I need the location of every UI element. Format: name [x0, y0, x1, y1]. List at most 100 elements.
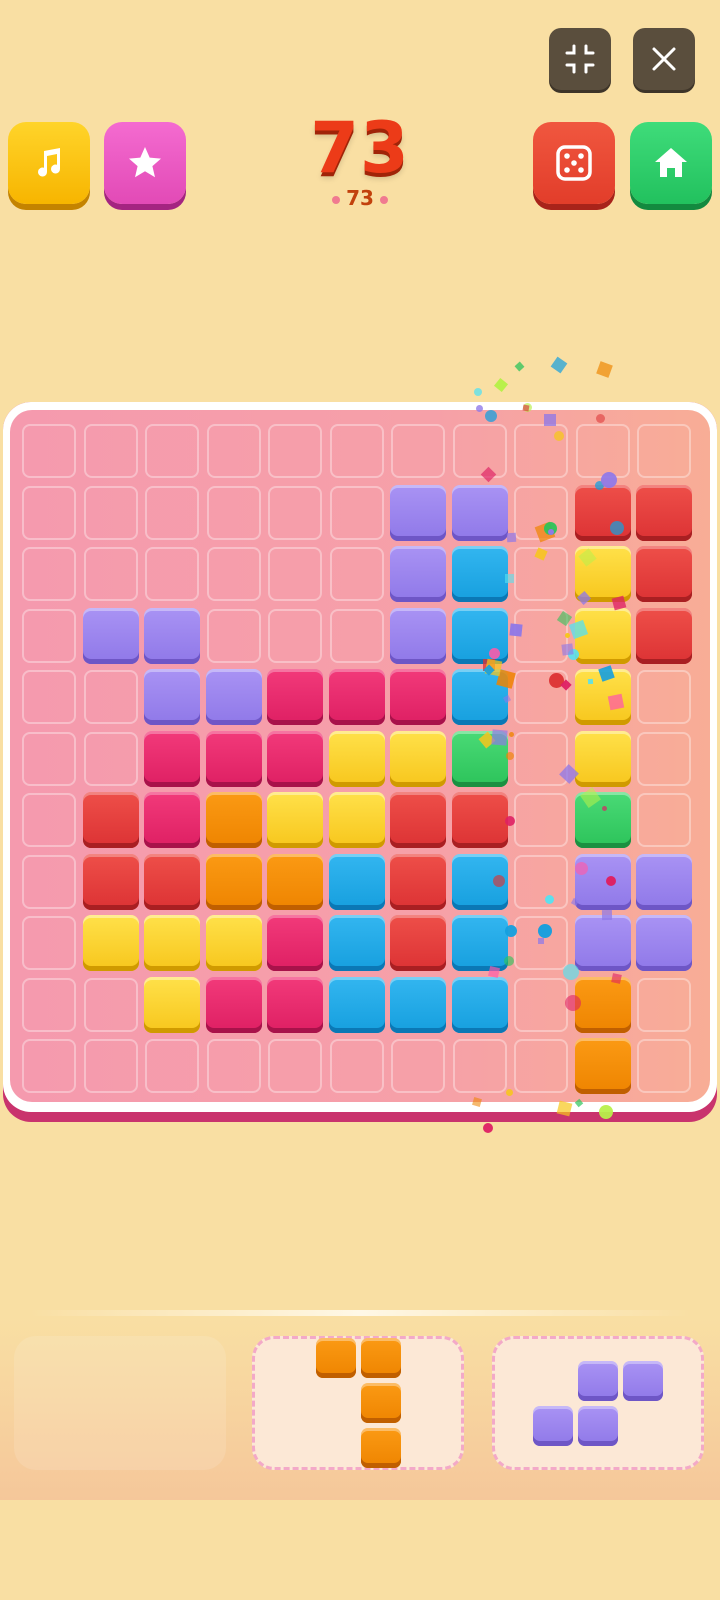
board-cell[interactable] [452, 424, 507, 478]
board-cell[interactable] [83, 731, 138, 786]
board-cell[interactable] [268, 485, 322, 540]
shrink-button[interactable] [549, 28, 611, 90]
block-yellow [574, 607, 631, 664]
board-cell[interactable] [329, 608, 384, 663]
board-cell[interactable] [514, 1039, 568, 1093]
board-cell[interactable] [329, 424, 384, 478]
board-cell[interactable] [22, 793, 76, 847]
block-red [390, 792, 446, 848]
best-score-value: 73 [346, 186, 374, 210]
board-cell[interactable] [206, 608, 261, 663]
block-purple [390, 607, 446, 664]
board-cell[interactable] [514, 608, 568, 663]
board-cell[interactable] [637, 670, 691, 724]
board-cell[interactable] [206, 1039, 261, 1093]
board-cell[interactable] [145, 485, 199, 540]
board-cell[interactable] [514, 977, 568, 1032]
board-cell[interactable] [206, 547, 261, 601]
block-yellow [144, 915, 200, 971]
piece-block-orange[interactable] [360, 1383, 401, 1423]
board-cell[interactable] [514, 916, 568, 970]
board-cell[interactable] [22, 916, 76, 970]
board-cell[interactable] [514, 670, 568, 724]
board-cell[interactable] [637, 1039, 691, 1093]
piece-block-orange[interactable] [360, 1428, 401, 1468]
best-score-left-dot [332, 195, 341, 204]
board-cell[interactable] [83, 424, 138, 478]
piece-slot-3[interactable] [492, 1336, 704, 1470]
board-cell[interactable] [22, 1039, 76, 1093]
board-cell[interactable] [22, 547, 76, 601]
board-cell[interactable] [83, 670, 138, 724]
board-cell[interactable] [514, 793, 568, 847]
board-cell[interactable] [83, 1039, 138, 1093]
board-cell[interactable] [514, 854, 568, 909]
board-cell[interactable] [206, 424, 261, 478]
block-magenta [205, 730, 262, 787]
piece-slot-2[interactable] [252, 1336, 464, 1470]
shrink-icon [563, 42, 597, 76]
confetti-particle [514, 361, 525, 372]
board-cell[interactable] [145, 1039, 199, 1093]
block-yellow [267, 792, 323, 848]
board-cell[interactable] [83, 547, 138, 601]
board-cell[interactable] [514, 424, 568, 478]
block-purple [205, 669, 262, 725]
board-cell[interactable] [391, 424, 445, 478]
block-yellow [144, 976, 200, 1033]
close-icon [647, 42, 681, 76]
board-cell[interactable] [22, 731, 76, 786]
board-cell[interactable] [22, 485, 76, 540]
board-cell[interactable] [329, 1039, 384, 1093]
block-magenta [328, 669, 385, 725]
piece-block-orange[interactable] [360, 1338, 401, 1378]
board-cell[interactable] [268, 1039, 322, 1093]
close-button[interactable] [633, 28, 695, 90]
block-orange [267, 853, 323, 910]
block-purple [390, 484, 446, 541]
board-cell[interactable] [329, 547, 384, 601]
board-cell[interactable] [22, 854, 76, 909]
block-orange [574, 1038, 631, 1094]
piece-block-orange[interactable] [315, 1338, 356, 1378]
block-yellow [205, 915, 262, 971]
block-red [636, 546, 692, 602]
game-board[interactable] [10, 410, 710, 1102]
board-cell[interactable] [637, 793, 691, 847]
board-cell[interactable] [145, 424, 199, 478]
board-cell[interactable] [329, 485, 384, 540]
board-cell[interactable] [637, 424, 691, 478]
board-cell[interactable] [637, 977, 691, 1032]
confetti-particle [483, 1122, 494, 1133]
piece-block-purple[interactable] [533, 1405, 573, 1446]
board-cell[interactable] [268, 424, 322, 478]
block-purple [144, 607, 200, 664]
board-cell[interactable] [514, 731, 568, 786]
block-red [390, 915, 446, 971]
board-cell[interactable] [83, 977, 138, 1032]
board-cell[interactable] [22, 424, 76, 478]
block-red [636, 607, 692, 664]
board-cell[interactable] [145, 547, 199, 601]
board-cell[interactable] [452, 1039, 507, 1093]
confetti-particle [550, 356, 568, 374]
board-cell[interactable] [514, 547, 568, 601]
board-cell[interactable] [391, 1039, 445, 1093]
piece-block-purple[interactable] [623, 1360, 663, 1401]
board-cell[interactable] [22, 670, 76, 724]
best-score-right-dot [379, 195, 388, 204]
board-cell[interactable] [514, 485, 568, 540]
piece-block-purple[interactable] [578, 1360, 618, 1401]
board-cell[interactable] [22, 608, 76, 663]
board-cell[interactable] [268, 608, 322, 663]
board-cell[interactable] [637, 731, 691, 786]
block-blue [451, 607, 508, 664]
board-cell[interactable] [22, 977, 76, 1032]
board-cell[interactable] [575, 424, 630, 478]
piece-block-purple[interactable] [578, 1405, 618, 1446]
board-cell[interactable] [206, 485, 261, 540]
block-blue [451, 976, 508, 1033]
piece-slot-1[interactable] [14, 1336, 226, 1470]
board-cell[interactable] [83, 485, 138, 540]
board-cell[interactable] [268, 547, 322, 601]
